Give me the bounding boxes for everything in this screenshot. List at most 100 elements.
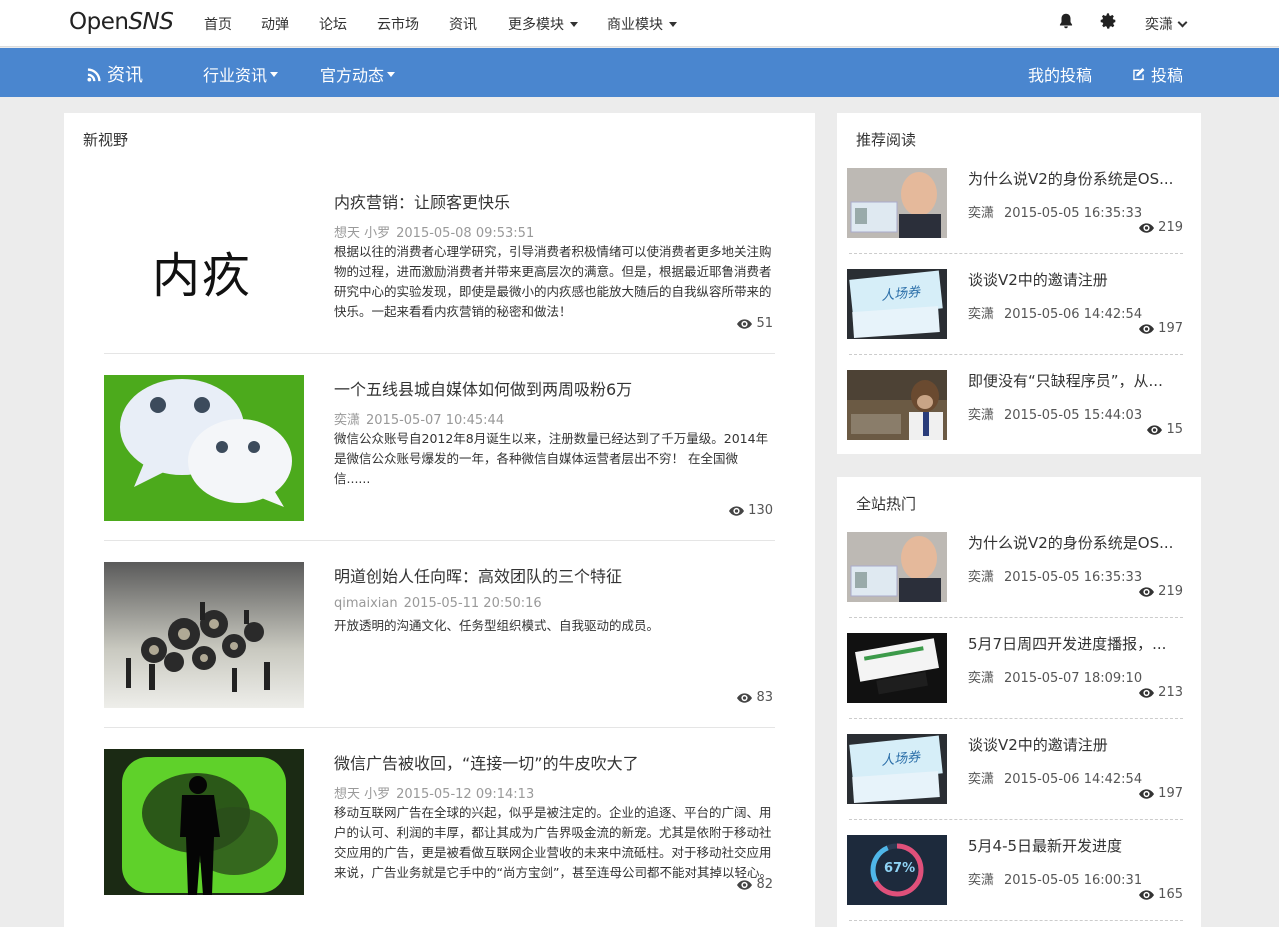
site-logo[interactable]: OpenSNS: [69, 9, 174, 35]
article-thumbnail[interactable]: [104, 375, 304, 521]
rss-icon: [87, 67, 101, 82]
eye-icon: [1139, 586, 1155, 597]
article-author[interactable]: 想天 小罗: [334, 226, 390, 241]
article-list-panel: 新视野 内疚 内疚营销：让顾客更快乐 想天 小罗 2015-05-08 09:53…: [64, 113, 815, 927]
recommend-panel: 推荐阅读 为什么说V2的身份系统是OS... 奕潇 2015-05-05 16:3…: [837, 113, 1201, 454]
recommend-author[interactable]: 奕潇: [968, 307, 994, 322]
recommend-thumbnail[interactable]: [847, 370, 947, 440]
recommend-item: 人场券 谈谈V2中的邀请注册 奕潇 2015-05-06 14:42:54 197: [847, 269, 1187, 370]
hot-thumbnail[interactable]: [847, 633, 947, 703]
subnav-post-button[interactable]: 投稿: [1131, 62, 1183, 86]
hot-item-title[interactable]: 为什么说V2的身份系统是OS...: [968, 532, 1188, 553]
hot-author[interactable]: 奕潇: [968, 873, 994, 888]
eye-icon: [729, 505, 745, 516]
article-time: 2015-05-08 09:53:51: [396, 226, 535, 241]
recommend-item-title[interactable]: 为什么说V2的身份系统是OS...: [968, 168, 1188, 189]
recommend-item-views: 219: [1139, 220, 1183, 235]
recommend-time: 2015-05-05 15:44:03: [1004, 408, 1143, 423]
article-time: 2015-05-12 09:14:13: [396, 787, 535, 802]
hot-author[interactable]: 奕潇: [968, 772, 994, 787]
article-summary: 根据以往的消费者心理学研究，引导消费者积极情绪可以使消费者更多地关注购物的过程，…: [334, 244, 772, 319]
divider: [849, 354, 1183, 355]
hot-item-meta: 奕潇 2015-05-07 18:09:10: [968, 667, 1142, 686]
hot-thumbnail[interactable]: [847, 532, 947, 602]
recommend-item: 即便没有“只缺程序员”，从... 奕潇 2015-05-05 15:44:03 1…: [847, 370, 1187, 471]
top-navbar: OpenSNS 首页 动弹 论坛 云市场 资讯 更多模块 商业模块 奕潇: [0, 0, 1279, 47]
recommend-item-views: 15: [1147, 422, 1183, 437]
article-title[interactable]: 一个五线县城自媒体如何做到两周吸粉6万: [334, 376, 632, 400]
recommend-author[interactable]: 奕潇: [968, 206, 994, 221]
hot-time: 2015-05-05 16:00:31: [1004, 873, 1143, 888]
recommend-item-meta: 奕潇 2015-05-06 14:42:54: [968, 303, 1142, 322]
nav-more-modules[interactable]: 更多模块: [508, 14, 578, 34]
article-title[interactable]: 内疚营销：让顾客更快乐: [334, 189, 510, 213]
recommend-item-meta: 奕潇 2015-05-05 15:44:03: [968, 404, 1142, 423]
recommend-item-views: 197: [1139, 321, 1183, 336]
bell-icon[interactable]: [1057, 12, 1075, 30]
thumbnail-text: 人场券: [880, 284, 921, 304]
article-title[interactable]: 微信广告被收回，“连接一切”的牛皮吹大了: [334, 750, 639, 774]
article-thumbnail[interactable]: [104, 562, 304, 708]
hot-thumbnail[interactable]: 67%: [847, 835, 947, 905]
hot-item-views: 219: [1139, 584, 1183, 599]
subnav-news-home[interactable]: 资讯: [87, 61, 143, 87]
article-views: 83: [737, 690, 773, 705]
hot-thumbnail[interactable]: 人场券: [847, 734, 947, 804]
article-author[interactable]: 奕潇: [334, 413, 360, 428]
hot-item-title[interactable]: 5月4-5日最新开发进度: [968, 835, 1188, 856]
hot-time: 2015-05-07 18:09:10: [1004, 671, 1143, 686]
news-subnav: 资讯 行业资讯 官方动态 我的投稿 投稿: [0, 48, 1279, 97]
divider: [849, 920, 1183, 921]
user-menu[interactable]: 奕潇: [1145, 14, 1188, 34]
hot-item: 人场券 谈谈V2中的邀请注册 奕潇 2015-05-06 14:42:54 197: [847, 734, 1187, 835]
nav-business-modules[interactable]: 商业模块: [607, 14, 677, 34]
article-time: 2015-05-11 20:50:16: [403, 596, 542, 611]
divider: [849, 718, 1183, 719]
nav-forum[interactable]: 论坛: [319, 14, 347, 34]
hot-item-title[interactable]: 谈谈V2中的邀请注册: [968, 734, 1188, 755]
hot-author[interactable]: 奕潇: [968, 671, 994, 686]
eye-icon: [737, 318, 753, 329]
recommend-item-title[interactable]: 谈谈V2中的邀请注册: [968, 269, 1188, 290]
subnav-industry-news[interactable]: 行业资讯: [203, 62, 279, 86]
article-author[interactable]: qimaixian: [334, 596, 398, 611]
thumbnail-text: 67%: [884, 861, 916, 876]
article-title[interactable]: 明道创始人任向晖：高效团队的三个特征: [334, 563, 622, 587]
subnav-my-posts[interactable]: 我的投稿: [1028, 62, 1092, 86]
hot-time: 2015-05-06 14:42:54: [1004, 772, 1143, 787]
nav-home[interactable]: 首页: [204, 14, 232, 34]
article-author[interactable]: 想天 小罗: [334, 787, 390, 802]
recommend-thumbnail[interactable]: [847, 168, 947, 238]
article-meta: 想天 小罗 2015-05-12 09:14:13: [334, 783, 534, 802]
hot-item-views: 197: [1139, 786, 1183, 801]
article-thumbnail[interactable]: 内疚: [104, 188, 304, 334]
article-thumbnail[interactable]: [104, 749, 304, 895]
caret-down-icon: [570, 21, 578, 27]
nav-cloud-market[interactable]: 云市场: [377, 14, 419, 34]
gear-icon[interactable]: [1099, 12, 1117, 30]
hot-item-title[interactable]: 5月7日周四开发进度播报，...: [968, 633, 1188, 654]
hot-item: 为什么说V2的身份系统是OS... 奕潇 2015-05-05 16:35:33 …: [847, 532, 1187, 633]
hot-author[interactable]: 奕潇: [968, 570, 994, 585]
ticket-image: [847, 269, 947, 339]
recommend-author[interactable]: 奕潇: [968, 408, 994, 423]
hot-item-meta: 奕潇 2015-05-05 16:35:33: [968, 566, 1142, 585]
article-meta: 想天 小罗 2015-05-08 09:53:51: [334, 222, 534, 241]
subnav-official-news[interactable]: 官方动态: [320, 62, 396, 86]
caret-down-icon: [270, 71, 279, 77]
id-card-photo: [847, 532, 947, 602]
section-title: 新视野: [83, 131, 129, 149]
recommend-thumbnail[interactable]: 人场券: [847, 269, 947, 339]
article-views: 130: [729, 503, 773, 518]
recommend-time: 2015-05-05 16:35:33: [1004, 206, 1143, 221]
nav-news[interactable]: 资讯: [449, 14, 477, 34]
nav-weibo[interactable]: 动弹: [261, 14, 289, 34]
eye-icon: [1139, 687, 1155, 698]
eye-icon: [737, 879, 753, 890]
hot-item-meta: 奕潇 2015-05-06 14:42:54: [968, 768, 1142, 787]
gears-team-image: [104, 562, 304, 708]
article-meta: 奕潇 2015-05-07 10:45:44: [334, 409, 504, 428]
hot-item-views: 165: [1139, 887, 1183, 902]
hot-time: 2015-05-05 16:35:33: [1004, 570, 1143, 585]
recommend-item-title[interactable]: 即便没有“只缺程序员”，从...: [968, 370, 1188, 391]
